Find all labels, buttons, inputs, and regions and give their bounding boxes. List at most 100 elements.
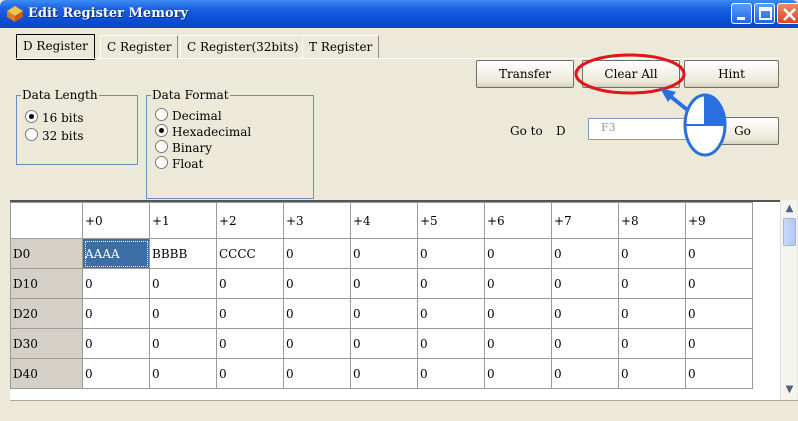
register-cell[interactable]: 0 (484, 268, 552, 299)
minimize-icon (737, 17, 745, 20)
radio-decimal[interactable]: Decimal (155, 108, 222, 123)
register-cell[interactable]: 0 (82, 328, 150, 359)
transfer-button[interactable]: Transfer (476, 60, 574, 88)
goto-address-input[interactable]: F3 (588, 118, 700, 140)
register-cell[interactable]: 0 (618, 328, 686, 359)
register-cell[interactable]: 0 (350, 298, 418, 329)
register-cell[interactable]: 0 (484, 238, 552, 269)
register-cell[interactable]: 0 (149, 358, 217, 389)
row-header: D40 (10, 358, 83, 389)
register-cell[interactable]: 0 (216, 328, 284, 359)
scroll-down-icon[interactable]: ▼ (782, 382, 797, 397)
scroll-thumb[interactable] (783, 218, 796, 246)
register-cell[interactable]: 0 (685, 238, 753, 269)
register-cell[interactable]: 0 (216, 358, 284, 389)
register-cell[interactable]: 0 (283, 298, 351, 329)
column-header: +4 (350, 202, 418, 239)
register-grid: +0 +1 +2 +3 +4 +5 +6 +7 +8 +9 D0 AAAA BB… (10, 200, 780, 402)
register-cell[interactable]: BBBB (149, 238, 217, 269)
column-header: +3 (283, 202, 351, 239)
register-cell[interactable]: 0 (82, 358, 150, 389)
register-cell[interactable]: 0 (149, 268, 217, 299)
register-cell[interactable]: 0 (82, 298, 150, 329)
table-header-row: +0 +1 +2 +3 +4 +5 +6 +7 +8 +9 (10, 202, 753, 239)
vertical-scrollbar[interactable]: ▲ ▼ (780, 200, 797, 400)
tab-c-register-32bits[interactable]: C Register(32bits) (180, 35, 306, 59)
radio-indicator (25, 128, 38, 141)
table-row: D40 0 0 0 0 0 0 0 0 0 0 (10, 358, 753, 389)
hint-button[interactable]: Hint (684, 60, 779, 88)
row-header: D30 (10, 328, 83, 359)
register-cell[interactable]: 0 (417, 358, 485, 389)
column-header: +1 (149, 202, 217, 239)
register-cell[interactable]: 0 (417, 238, 485, 269)
radio-indicator (155, 156, 168, 169)
register-cell[interactable]: 0 (417, 268, 485, 299)
data-format-title: Data Format (151, 88, 230, 102)
register-cell[interactable]: 0 (149, 298, 217, 329)
register-cell[interactable]: 0 (283, 328, 351, 359)
register-cell[interactable]: 0 (551, 358, 619, 389)
scroll-up-icon[interactable]: ▲ (782, 201, 797, 216)
minimize-button[interactable] (731, 3, 752, 24)
register-cell[interactable]: 0 (618, 268, 686, 299)
close-button[interactable] (777, 3, 798, 24)
close-icon (783, 8, 796, 21)
column-header: +9 (685, 202, 753, 239)
register-table: +0 +1 +2 +3 +4 +5 +6 +7 +8 +9 D0 AAAA BB… (10, 202, 753, 389)
data-length-title: Data Length (21, 88, 99, 102)
register-cell[interactable]: 0 (618, 298, 686, 329)
maximize-icon (759, 7, 772, 20)
register-cell[interactable]: 0 (82, 268, 150, 299)
register-cell[interactable]: 0 (551, 238, 619, 269)
register-cell[interactable]: 0 (685, 298, 753, 329)
table-row: D20 0 0 0 0 0 0 0 0 0 0 (10, 298, 753, 329)
register-cell[interactable]: 0 (417, 298, 485, 329)
pointer-arrow-icon (660, 88, 692, 114)
register-cell[interactable]: 0 (618, 358, 686, 389)
register-cell[interactable]: 0 (283, 358, 351, 389)
register-cell[interactable]: 0 (551, 298, 619, 329)
goto-prefix: D (556, 124, 566, 138)
register-cell[interactable]: 0 (149, 328, 217, 359)
register-cell[interactable]: 0 (417, 328, 485, 359)
radio-float[interactable]: Float (155, 156, 203, 171)
register-cell[interactable]: 0 (283, 238, 351, 269)
register-cell[interactable]: 0 (350, 238, 418, 269)
register-cell[interactable]: AAAA (82, 238, 150, 269)
register-cell[interactable]: 0 (685, 328, 753, 359)
register-cell[interactable]: 0 (551, 268, 619, 299)
radio-label: Hexadecimal (172, 125, 252, 139)
register-cell[interactable]: 0 (484, 298, 552, 329)
column-header: +7 (551, 202, 619, 239)
register-cell[interactable]: 0 (350, 328, 418, 359)
clear-all-button[interactable]: Clear All (582, 60, 680, 88)
register-cell[interactable]: 0 (216, 298, 284, 329)
go-button[interactable]: Go (706, 117, 779, 145)
register-cell[interactable]: 0 (484, 358, 552, 389)
radio-16-bits[interactable]: 16 bits (25, 110, 84, 125)
tab-d-register[interactable]: D Register (16, 34, 95, 60)
register-cell[interactable]: 0 (484, 328, 552, 359)
register-cell[interactable]: 0 (350, 268, 418, 299)
radio-binary[interactable]: Binary (155, 140, 212, 155)
maximize-button[interactable] (754, 3, 775, 24)
register-cell[interactable]: 0 (618, 238, 686, 269)
register-cell[interactable]: 0 (551, 328, 619, 359)
radio-label: Binary (172, 141, 213, 155)
register-cell[interactable]: 0 (216, 268, 284, 299)
register-cell[interactable]: 0 (685, 358, 753, 389)
tab-t-register[interactable]: T Register (302, 35, 380, 59)
tab-c-register[interactable]: C Register (100, 35, 179, 59)
register-cell[interactable]: 0 (283, 268, 351, 299)
register-cell[interactable]: CCCC (216, 238, 284, 269)
title-bar: Edit Register Memory (0, 0, 798, 28)
data-length-group: Data Length 16 bits 32 bits (16, 88, 138, 165)
register-cell[interactable]: 0 (685, 268, 753, 299)
app-icon (7, 6, 23, 22)
column-header: +2 (216, 202, 284, 239)
radio-32-bits[interactable]: 32 bits (25, 128, 84, 143)
radio-hexadecimal[interactable]: Hexadecimal (155, 124, 251, 139)
edit-register-memory-window: Edit Register Memory D Register C Regist… (0, 0, 798, 421)
register-cell[interactable]: 0 (350, 358, 418, 389)
